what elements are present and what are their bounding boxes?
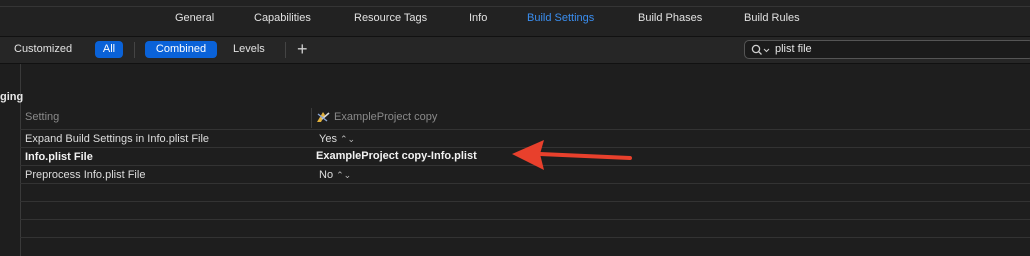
search-field[interactable]: plist file [744, 40, 1030, 59]
stepper-icon: ⌃⌄ [336, 170, 352, 180]
customized-filter-button[interactable]: Customized [14, 43, 72, 55]
tab-capabilities[interactable]: Capabilities [254, 12, 311, 24]
setting-label-preprocess-info-plist[interactable]: Preprocess Info.plist File [25, 169, 145, 181]
annotation-arrow-icon [500, 140, 640, 183]
setting-label-info-plist-file[interactable]: Info.plist File [25, 151, 93, 163]
search-input[interactable]: plist file [775, 43, 812, 55]
setting-value-expand-build-settings[interactable]: Yes ⌃⌄ [319, 133, 355, 145]
section-title[interactable]: ging [0, 91, 23, 103]
filter-divider [285, 42, 286, 58]
tab-info[interactable]: Info [469, 12, 487, 24]
row-divider [20, 237, 1030, 238]
build-settings-table: ging Setting ExampleProject copy Expand … [0, 64, 1030, 256]
tab-general[interactable]: General [175, 12, 214, 24]
editor-tab-bar: General Capabilities Resource Tags Info … [0, 0, 1030, 37]
add-build-setting-button[interactable]: + [297, 38, 308, 60]
combined-view-button[interactable]: Combined [145, 41, 217, 58]
row-divider [20, 201, 1030, 202]
row-divider [20, 129, 1030, 130]
row-divider [20, 183, 1030, 184]
levels-view-button[interactable]: Levels [233, 43, 265, 55]
setting-column-header: Setting [25, 111, 60, 123]
tab-build-phases[interactable]: Build Phases [638, 12, 702, 24]
search-icon [751, 44, 771, 59]
tab-build-settings[interactable]: Build Settings [527, 12, 594, 24]
tab-build-rules[interactable]: Build Rules [744, 12, 800, 24]
build-settings-filter-bar: Customized All Combined Levels + plist f… [0, 37, 1030, 64]
xcode-project-icon [315, 110, 331, 127]
setting-value-info-plist-file[interactable]: ExampleProject copy-Info.plist [316, 150, 477, 162]
project-column-header: ExampleProject copy [334, 111, 438, 123]
filter-divider [134, 42, 135, 58]
setting-label-expand-build-settings[interactable]: Expand Build Settings in Info.plist File [25, 133, 209, 145]
setting-value-text: Yes [319, 133, 337, 145]
setting-value-preprocess-info-plist[interactable]: No ⌃⌄ [319, 169, 351, 181]
column-divider [311, 108, 312, 128]
setting-value-text: No [319, 169, 334, 181]
stepper-icon: ⌃⌄ [339, 134, 356, 144]
all-filter-button[interactable]: All [95, 41, 123, 58]
tab-resource-tags[interactable]: Resource Tags [354, 12, 427, 24]
row-divider [20, 219, 1030, 220]
toolbar-divider [0, 0, 1030, 7]
